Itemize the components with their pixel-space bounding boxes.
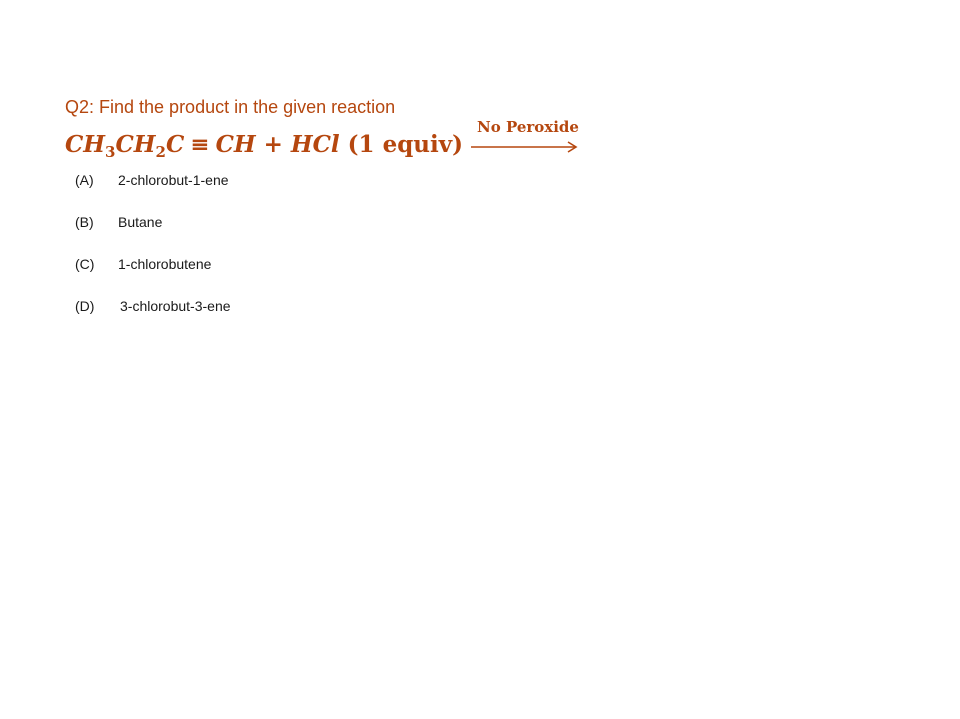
right-arrow-icon — [471, 141, 578, 153]
reactant-ch3-subscript: 3 — [105, 143, 116, 161]
arrow-condition-label: No Peroxide — [477, 118, 579, 136]
option-text: 3-chlorobut-3-ene — [120, 298, 231, 314]
slide: Q2: Find the product in the given reacti… — [0, 0, 960, 719]
plus-symbol: + — [263, 131, 283, 158]
question-text: Q2: Find the product in the given reacti… — [65, 97, 396, 117]
option-text: 1-chlorobutene — [118, 256, 212, 272]
option-letter: (A) — [75, 172, 94, 188]
reactant-c-symbol: C — [165, 131, 185, 158]
reagent-hcl: HCl — [290, 131, 340, 158]
reactant-ch2-subscript: 2 — [155, 143, 166, 161]
reagent-equiv: (1 equiv) — [347, 131, 463, 158]
reactant-ch2-symbol: CH — [115, 131, 156, 158]
option-text: 2-chlorobut-1-ene — [118, 172, 229, 188]
option-letter: (B) — [75, 214, 94, 230]
option-letter: (C) — [75, 256, 95, 272]
reactant-ch-symbol: CH — [215, 131, 256, 158]
triple-bond-symbol: ≡ — [190, 131, 210, 158]
equation-body: CH 3 CH 2 C ≡ CH + HCl (1 equiv) — [65, 128, 463, 164]
reactant-ch3-symbol: CH — [65, 131, 106, 158]
reaction-equation: CH 3 CH 2 C ≡ CH + HCl (1 equiv) No Peroxi… — [65, 118, 579, 164]
option-text: Butane — [118, 214, 163, 230]
reaction-arrow: No Peroxide — [471, 118, 579, 164]
option-letter: (D) — [75, 298, 95, 314]
